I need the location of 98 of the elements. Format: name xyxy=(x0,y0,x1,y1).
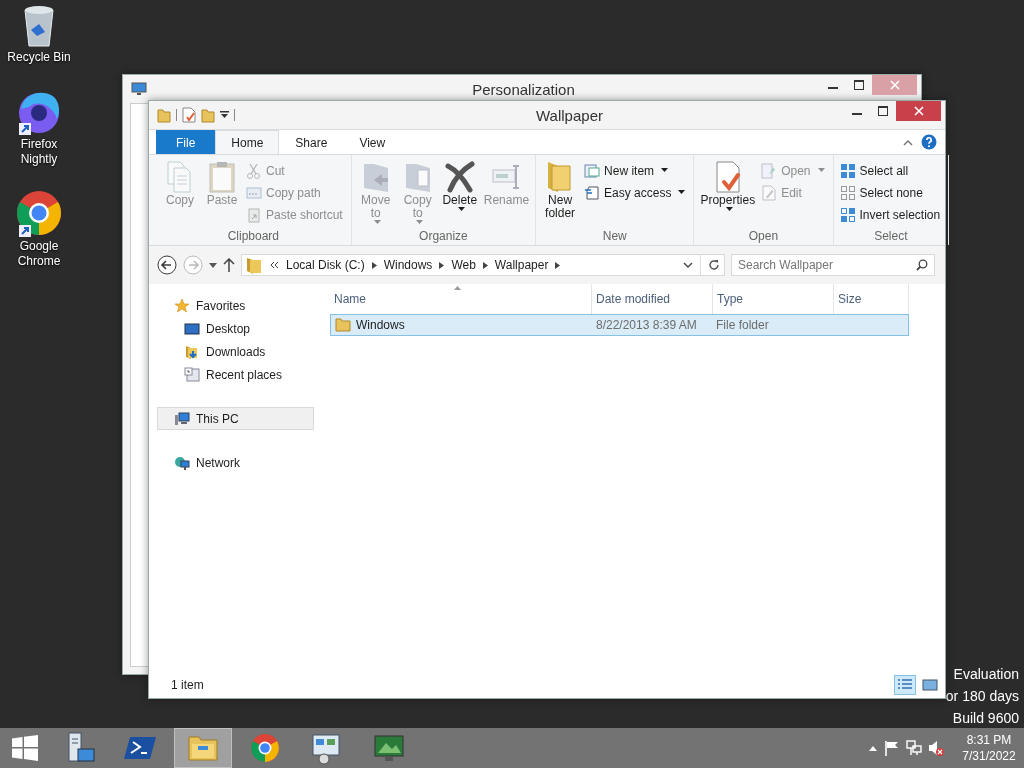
desktop-icon-label[interactable]: Google Chrome xyxy=(4,239,74,269)
new-item-icon xyxy=(584,162,601,179)
delete-button[interactable]: Delete xyxy=(439,158,480,212)
overflow-chevron-icon[interactable] xyxy=(269,261,279,269)
type-cell-text: File folder xyxy=(715,318,770,332)
ribbon-group-label: Clipboard xyxy=(226,229,281,245)
search-icon[interactable] xyxy=(916,259,928,271)
chrome-icon xyxy=(248,731,282,765)
evaluation-notice: Build 9600 xyxy=(952,709,1019,728)
file-name: Windows xyxy=(356,318,405,332)
new-item-button[interactable]: New item xyxy=(584,161,686,180)
desktop-icon xyxy=(184,320,200,337)
new-folder-button[interactable]: New folder xyxy=(540,158,581,220)
breadcrumb[interactable]: Web xyxy=(451,258,476,272)
invert-icon xyxy=(839,206,856,223)
minimize-icon xyxy=(828,87,838,89)
up-arrow-icon[interactable] xyxy=(223,258,235,272)
windows-logo-icon xyxy=(12,735,38,761)
ribbon-tab[interactable]: Share xyxy=(279,130,344,154)
easy-access-icon xyxy=(584,184,601,201)
nav-item[interactable]: This PC xyxy=(157,407,314,430)
nav-item[interactable]: Recent places xyxy=(157,363,314,386)
browser-icon[interactable] xyxy=(15,189,63,237)
desktop-icon-label[interactable]: Firefox Nightly xyxy=(4,137,74,167)
nav-item[interactable]: Desktop xyxy=(157,317,314,340)
refresh-icon[interactable] xyxy=(708,259,720,271)
invert-button[interactable]: Invert selection xyxy=(839,205,941,224)
maximize-icon xyxy=(878,106,888,116)
details-view-icon xyxy=(897,678,913,692)
collapse-ribbon-icon[interactable] xyxy=(903,138,913,146)
ribbon-group-label: Organize xyxy=(418,229,469,245)
star-icon xyxy=(174,297,190,314)
evaluation-notice: or 180 days xyxy=(945,687,1019,706)
file-row[interactable]: Windows 8/22/2013 8:39 AM File folder xyxy=(330,314,909,336)
easy-access-button[interactable]: Easy access xyxy=(584,183,686,202)
date-cell-text: 8/22/2013 8:39 AM xyxy=(595,318,698,332)
muted-speaker-icon[interactable] xyxy=(928,740,944,756)
paste-shortcut-icon xyxy=(246,206,262,223)
close-icon xyxy=(889,80,900,90)
breadcrumb-arrow-icon[interactable] xyxy=(555,261,561,269)
maximize-icon xyxy=(854,80,864,90)
select-none-icon xyxy=(839,184,856,201)
evaluation-notice: Evaluation xyxy=(953,665,1019,684)
help-icon[interactable] xyxy=(921,134,937,150)
network-icon xyxy=(174,454,190,471)
properties-button[interactable]: Properties xyxy=(698,158,758,212)
file-menu-button[interactable]: File xyxy=(156,130,216,154)
folder-icon xyxy=(335,318,351,332)
window-title: Personalization xyxy=(471,80,576,98)
breadcrumb-arrow-icon[interactable] xyxy=(371,261,377,269)
ribbon-tab[interactable]: Home xyxy=(215,130,280,155)
desktop-icon-label[interactable]: Recycle Bin xyxy=(4,50,74,65)
folder-icon xyxy=(246,256,262,274)
clock-date[interactable]: 7/31/2022 xyxy=(962,748,1016,764)
network-icon[interactable] xyxy=(906,740,922,756)
show-hidden-icons-icon[interactable] xyxy=(868,745,878,751)
recent-locations-caret-icon[interactable] xyxy=(209,262,217,268)
nav-item[interactable]: Favorites xyxy=(157,294,314,317)
back-button[interactable] xyxy=(157,255,177,275)
address-bar[interactable]: Local Disk (C:) Windows Web Wallpaper xyxy=(241,254,725,276)
breadcrumb[interactable]: Windows xyxy=(383,258,433,272)
open-icon xyxy=(761,162,778,179)
nav-item[interactable]: Network xyxy=(157,451,314,474)
item-count: 1 item xyxy=(171,678,204,692)
ribbon-tab[interactable]: View xyxy=(343,130,402,154)
select-all-icon xyxy=(839,162,856,179)
breadcrumb[interactable]: Wallpaper xyxy=(494,258,549,272)
minimize-icon xyxy=(852,113,862,115)
copy-path-icon xyxy=(246,184,262,201)
flag-icon[interactable] xyxy=(884,740,900,756)
customize-caret-icon[interactable] xyxy=(220,111,229,119)
computer-icon xyxy=(174,410,190,427)
paste-icon xyxy=(206,160,238,194)
sort-caret-icon xyxy=(454,286,461,290)
nav-item[interactable]: Downloads xyxy=(157,340,314,363)
search-field[interactable]: Search Wallpaper xyxy=(731,254,935,276)
breadcrumb-arrow-icon[interactable] xyxy=(482,261,488,269)
downloads-folder-icon xyxy=(184,343,200,360)
edit-icon xyxy=(761,184,778,201)
properties-icon[interactable] xyxy=(182,107,196,123)
select-all-button[interactable]: Select all xyxy=(839,161,941,180)
recent-places-icon xyxy=(184,366,200,383)
select-none-button[interactable]: Select none xyxy=(839,183,941,202)
large-icons-view-icon xyxy=(922,678,938,692)
details-view-button[interactable] xyxy=(894,675,916,695)
cut-icon xyxy=(246,162,262,179)
recycle-bin-icon[interactable] xyxy=(21,4,57,48)
monitor-icon xyxy=(131,82,147,96)
close-icon xyxy=(913,106,924,116)
delete-icon xyxy=(443,160,476,194)
ribbon-group-label: Select xyxy=(873,229,909,245)
ribbon-group-label: Open xyxy=(747,229,780,245)
address-history-caret-icon[interactable] xyxy=(683,262,693,268)
window-title: Wallpaper xyxy=(535,106,604,124)
breadcrumb-arrow-icon[interactable] xyxy=(439,261,445,269)
clock-time[interactable]: 8:31 PM xyxy=(966,732,1012,748)
breadcrumb[interactable]: Local Disk (C:) xyxy=(286,258,365,272)
ribbon-group-label: New xyxy=(601,229,628,245)
